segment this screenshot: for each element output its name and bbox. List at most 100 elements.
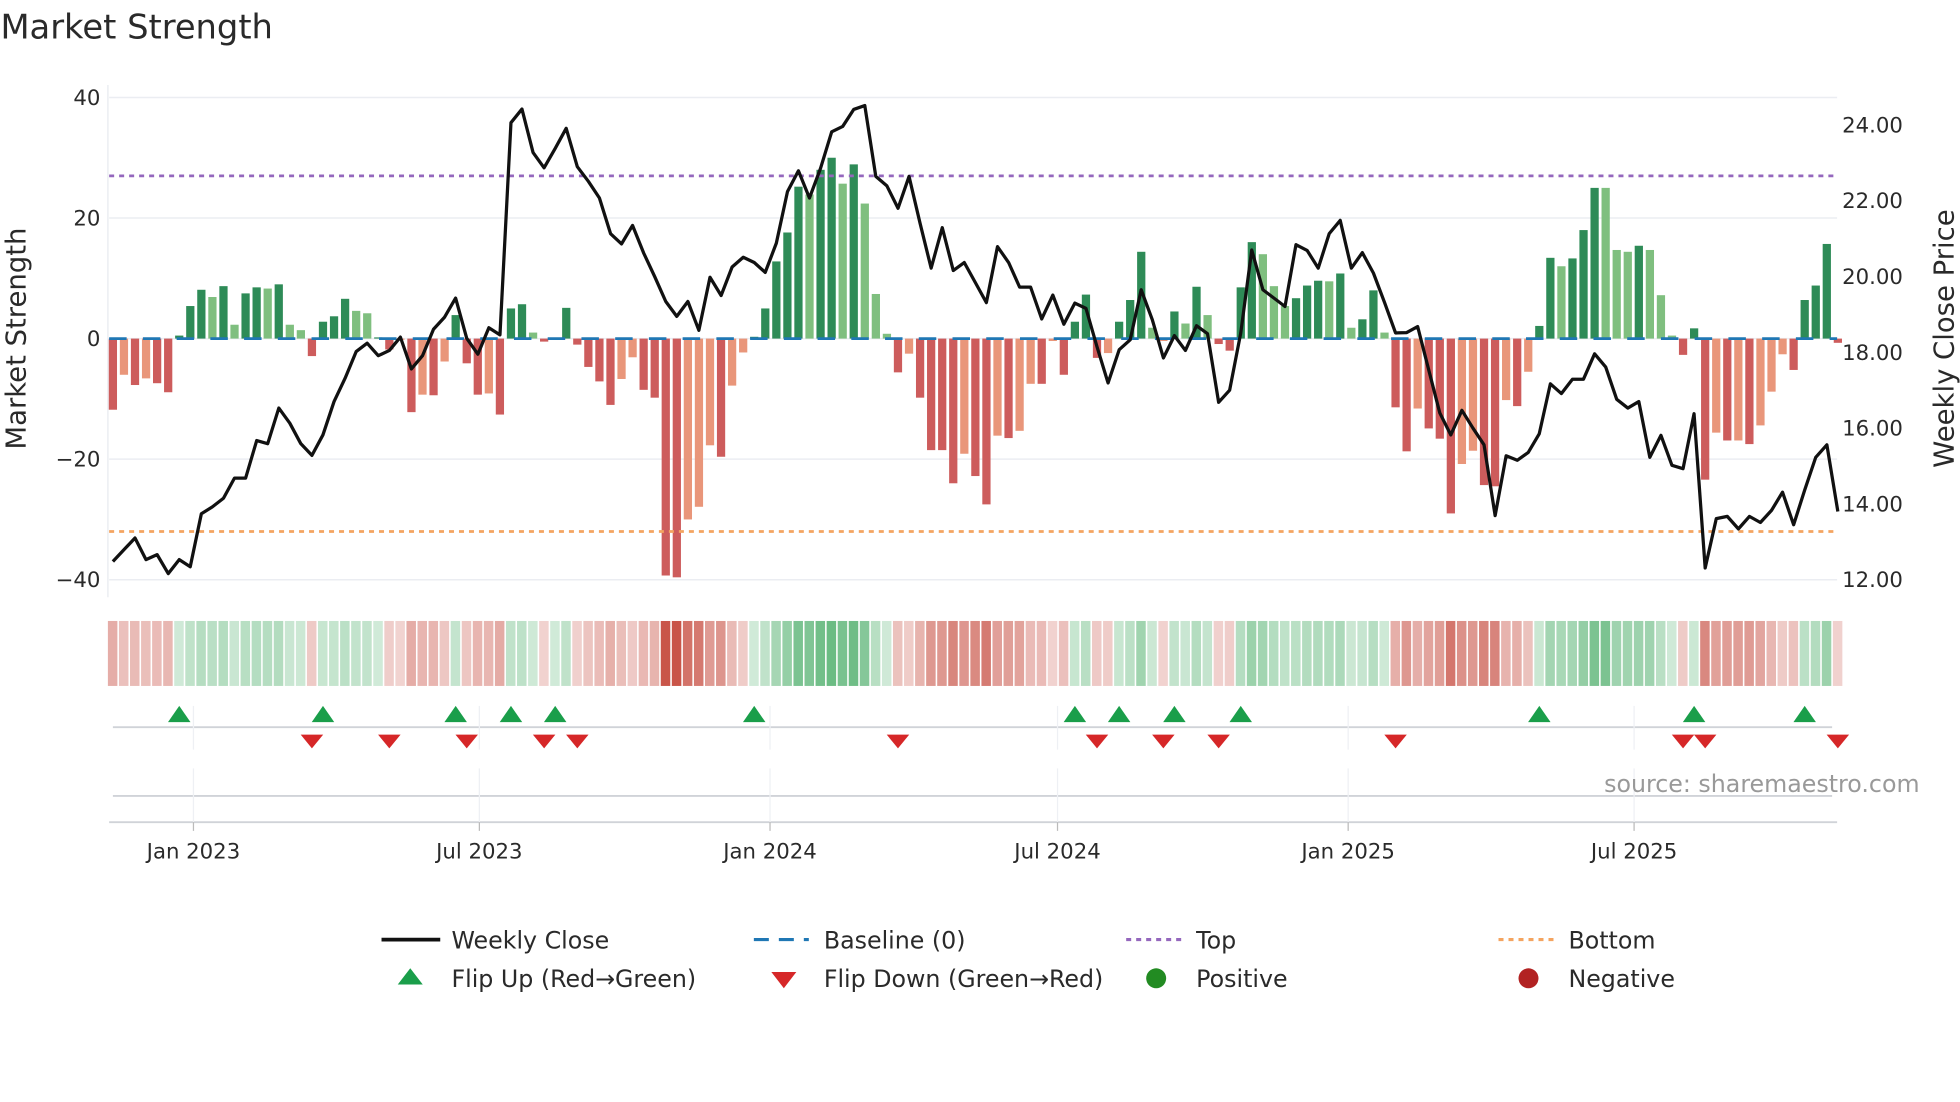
legend-item-baseline[interactable]: Baseline (0) xyxy=(753,926,966,954)
y-tick-label: −40 xyxy=(56,568,101,593)
strength-bar xyxy=(1656,295,1666,339)
strip-cell xyxy=(1202,620,1213,686)
chart-title: Market Strength xyxy=(0,8,272,47)
strip-cell xyxy=(1689,620,1699,686)
strength-bar xyxy=(1037,338,1046,384)
strip-cell xyxy=(572,620,582,686)
strength-bar xyxy=(893,338,903,373)
strength-bar xyxy=(727,338,737,386)
strip-cell xyxy=(1777,620,1788,686)
legend-item-weekly-close[interactable]: Weekly Close xyxy=(381,926,610,954)
y-tick-label: 0 xyxy=(87,327,101,352)
strip-cell xyxy=(340,620,350,686)
flip-down-marker xyxy=(1085,734,1109,749)
strip-cell xyxy=(1467,620,1478,686)
strip-cell xyxy=(1832,620,1843,686)
strength-bar xyxy=(296,330,305,339)
strength-bar xyxy=(1701,338,1710,480)
strip-cell xyxy=(826,620,837,686)
strip-cell xyxy=(174,620,184,686)
flip-down-marker xyxy=(566,734,589,749)
strength-bar xyxy=(1391,338,1400,408)
strength-bar xyxy=(1789,338,1798,370)
strength-bar xyxy=(119,338,129,375)
strength-bar xyxy=(1502,338,1511,401)
strip-cell xyxy=(1733,620,1743,686)
strength-bar xyxy=(517,304,527,339)
strength-bar xyxy=(584,338,593,367)
strength-bar xyxy=(805,194,814,339)
legend-label: Positive xyxy=(1196,965,1287,993)
strength-bar xyxy=(739,338,748,353)
strength-bar xyxy=(1723,338,1732,441)
strength-bar xyxy=(871,293,880,339)
strength-bar xyxy=(1557,266,1566,339)
strip-cell xyxy=(152,620,162,686)
strip-cell xyxy=(904,620,914,686)
strength-bar xyxy=(904,338,914,354)
strength-bar xyxy=(141,338,151,379)
legend-label: Top xyxy=(1195,926,1236,954)
strip-cell xyxy=(483,620,494,686)
flip-up-marker xyxy=(1063,705,1087,723)
strip-cell xyxy=(1722,620,1732,686)
strength-bar xyxy=(1015,338,1024,431)
flip-down-marker xyxy=(300,734,324,749)
strip-cell xyxy=(517,620,527,686)
strength-bar xyxy=(1358,319,1367,339)
strip-cell xyxy=(959,620,969,686)
legend-item-flip-down[interactable]: Flip Down (Green→Red) xyxy=(771,965,1103,993)
strip-cell xyxy=(1103,620,1113,686)
strip-cell xyxy=(660,620,671,686)
strength-bar xyxy=(849,164,858,339)
strength-bar xyxy=(495,338,505,415)
flip-down-marker xyxy=(886,734,910,749)
flip-up-marker xyxy=(311,705,335,723)
strip-cell xyxy=(1644,620,1655,686)
strength-bar xyxy=(1800,300,1809,339)
strip-cell xyxy=(1744,620,1754,686)
strength-bar xyxy=(573,338,582,345)
strip-cell xyxy=(295,620,306,686)
strength-bar xyxy=(1291,298,1301,339)
strength-bar xyxy=(263,288,272,339)
strip-cell xyxy=(638,620,649,686)
strip-cell xyxy=(428,620,439,686)
strip-cell xyxy=(1125,620,1135,686)
strength-bar xyxy=(1612,249,1621,339)
strip-cell xyxy=(1479,620,1489,686)
legend-item-positive[interactable]: Positive xyxy=(1146,965,1288,993)
strength-bar xyxy=(1546,257,1555,339)
strength-bar xyxy=(562,307,571,339)
strip-cell xyxy=(815,620,826,686)
strip-cell xyxy=(185,620,195,686)
strip-cell xyxy=(804,620,815,686)
strip-cell xyxy=(1523,620,1533,686)
strength-bar xyxy=(1302,285,1312,339)
strip-cell xyxy=(693,620,704,686)
strip-cell xyxy=(1003,620,1014,686)
strip-cell xyxy=(870,620,881,686)
strength-bar xyxy=(838,183,847,339)
strip-cell xyxy=(240,620,251,686)
strip-cell xyxy=(859,620,870,686)
strip-cell xyxy=(981,620,991,686)
flip-down-marker xyxy=(378,734,401,749)
strength-bar xyxy=(440,338,449,362)
legend-item-negative[interactable]: Negative xyxy=(1518,965,1675,993)
strength-bar xyxy=(130,338,140,386)
flip-up-marker xyxy=(1793,705,1816,723)
legend-item-top[interactable]: Top xyxy=(1126,926,1236,954)
legend-item-bottom[interactable]: Bottom xyxy=(1498,926,1656,954)
legend-item-flip-up[interactable]: Flip Up (Red→Green) xyxy=(397,965,696,993)
strength-bar xyxy=(1181,323,1190,339)
strip-cell xyxy=(284,620,295,686)
strip-cell xyxy=(793,620,803,686)
strip-cell xyxy=(1346,620,1356,686)
strip-cell xyxy=(583,620,593,686)
strip-cell xyxy=(1678,620,1688,686)
strip-cell xyxy=(1434,620,1445,686)
strip-cell xyxy=(1114,620,1124,686)
strength-bar xyxy=(927,338,936,451)
y2-tick-label: 22.00 xyxy=(1842,189,1903,214)
